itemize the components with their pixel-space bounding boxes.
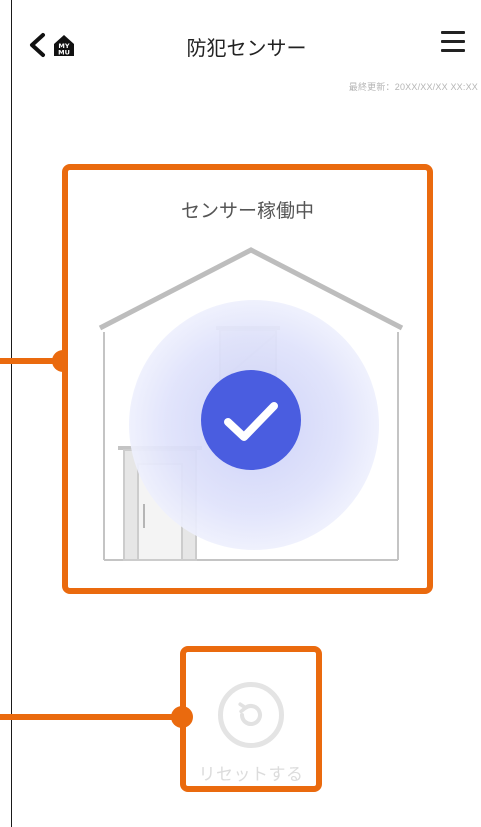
sensor-status-label: センサー稼働中 [180, 200, 314, 222]
reset-button-label: リセットする [198, 765, 304, 785]
left-edge-line [11, 0, 12, 827]
check-icon [201, 370, 301, 470]
reset-button[interactable]: リセットする [186, 652, 316, 786]
app-header: MY MU 防犯センサー [12, 0, 481, 86]
sensor-status-card: センサー稼働中 [62, 164, 433, 594]
reset-icon [238, 702, 262, 727]
hamburger-menu-icon[interactable] [441, 31, 465, 55]
last-updated-text: 最終更新：20XX/XX/XX XX:XX [348, 82, 478, 92]
page-title: 防犯センサー [186, 36, 307, 60]
reset-callout-line [0, 714, 182, 720]
reset-highlight-box: リセットする [180, 646, 322, 792]
